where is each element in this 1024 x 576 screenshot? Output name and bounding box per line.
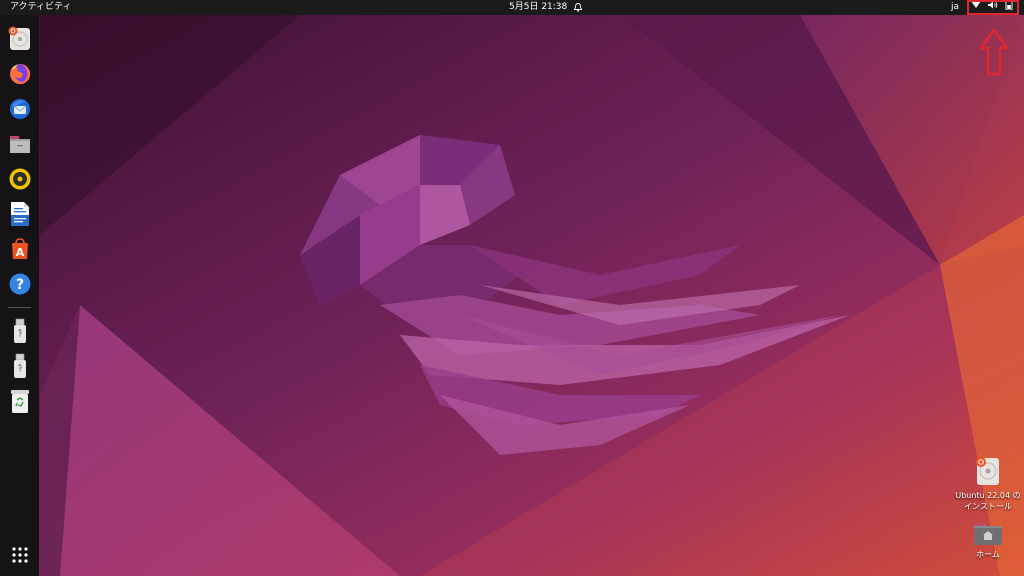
dock: A ?: [0, 15, 39, 576]
svg-text:?: ?: [15, 277, 23, 293]
annotation-up-arrow: [979, 28, 1009, 76]
libreoffice-writer-icon: [10, 201, 29, 226]
clock-date-button[interactable]: 5月5日 21:38: [509, 0, 583, 15]
show-apps-grid-icon: [11, 546, 28, 563]
usb-drive-icon: [13, 353, 26, 378]
ubuntu-installer-icon: [8, 26, 30, 50]
dock-thunderbird[interactable]: [4, 93, 35, 124]
dock-usb-drive-2[interactable]: [4, 350, 35, 381]
desktop-icon-home[interactable]: ホーム: [953, 520, 1023, 560]
dock-help[interactable]: ?: [4, 268, 35, 299]
desktop-icon-label: Ubuntu 22.04 の インストール: [955, 491, 1021, 511]
desktop-icon-label: ホーム: [976, 550, 1000, 559]
ubuntu-installer-icon: [976, 457, 999, 485]
dock-files[interactable]: [4, 128, 35, 159]
thunderbird-icon: [9, 98, 30, 119]
rhythmbox-icon: [9, 168, 30, 189]
firefox-icon: [9, 63, 30, 84]
trash-icon: [10, 389, 29, 413]
dock-ubuntu-software[interactable]: A: [4, 233, 35, 264]
files-icon: [9, 135, 30, 153]
usb-drive-icon: [13, 318, 26, 343]
top-bar: アクティビティ 5月5日 21:38 ja: [0, 0, 1024, 15]
desktop-icon-ubuntu-install[interactable]: Ubuntu 22.04 の インストール: [953, 455, 1023, 512]
dock-ubuntu-installer[interactable]: [4, 23, 35, 54]
dock-show-apps[interactable]: [4, 539, 35, 570]
dock-libreoffice-writer[interactable]: [4, 198, 35, 229]
dock-rhythmbox[interactable]: [4, 163, 35, 194]
desktop-wallpaper: [0, 15, 1024, 576]
dock-usb-drive-1[interactable]: [4, 315, 35, 346]
activities-button[interactable]: アクティビティ: [8, 0, 73, 15]
tray-highlight-box: [967, 0, 1019, 15]
dock-separator: [8, 307, 31, 308]
dock-firefox[interactable]: [4, 58, 35, 89]
ubuntu-software-icon: A: [11, 237, 28, 259]
dock-trash[interactable]: [4, 385, 35, 416]
notification-icon: [573, 0, 583, 15]
help-icon: ?: [9, 273, 30, 294]
clock-label: 5月5日 21:38: [509, 2, 568, 12]
input-method-indicator[interactable]: ja: [951, 0, 959, 15]
home-folder-icon: [974, 523, 1002, 545]
svg-text:A: A: [15, 246, 24, 259]
